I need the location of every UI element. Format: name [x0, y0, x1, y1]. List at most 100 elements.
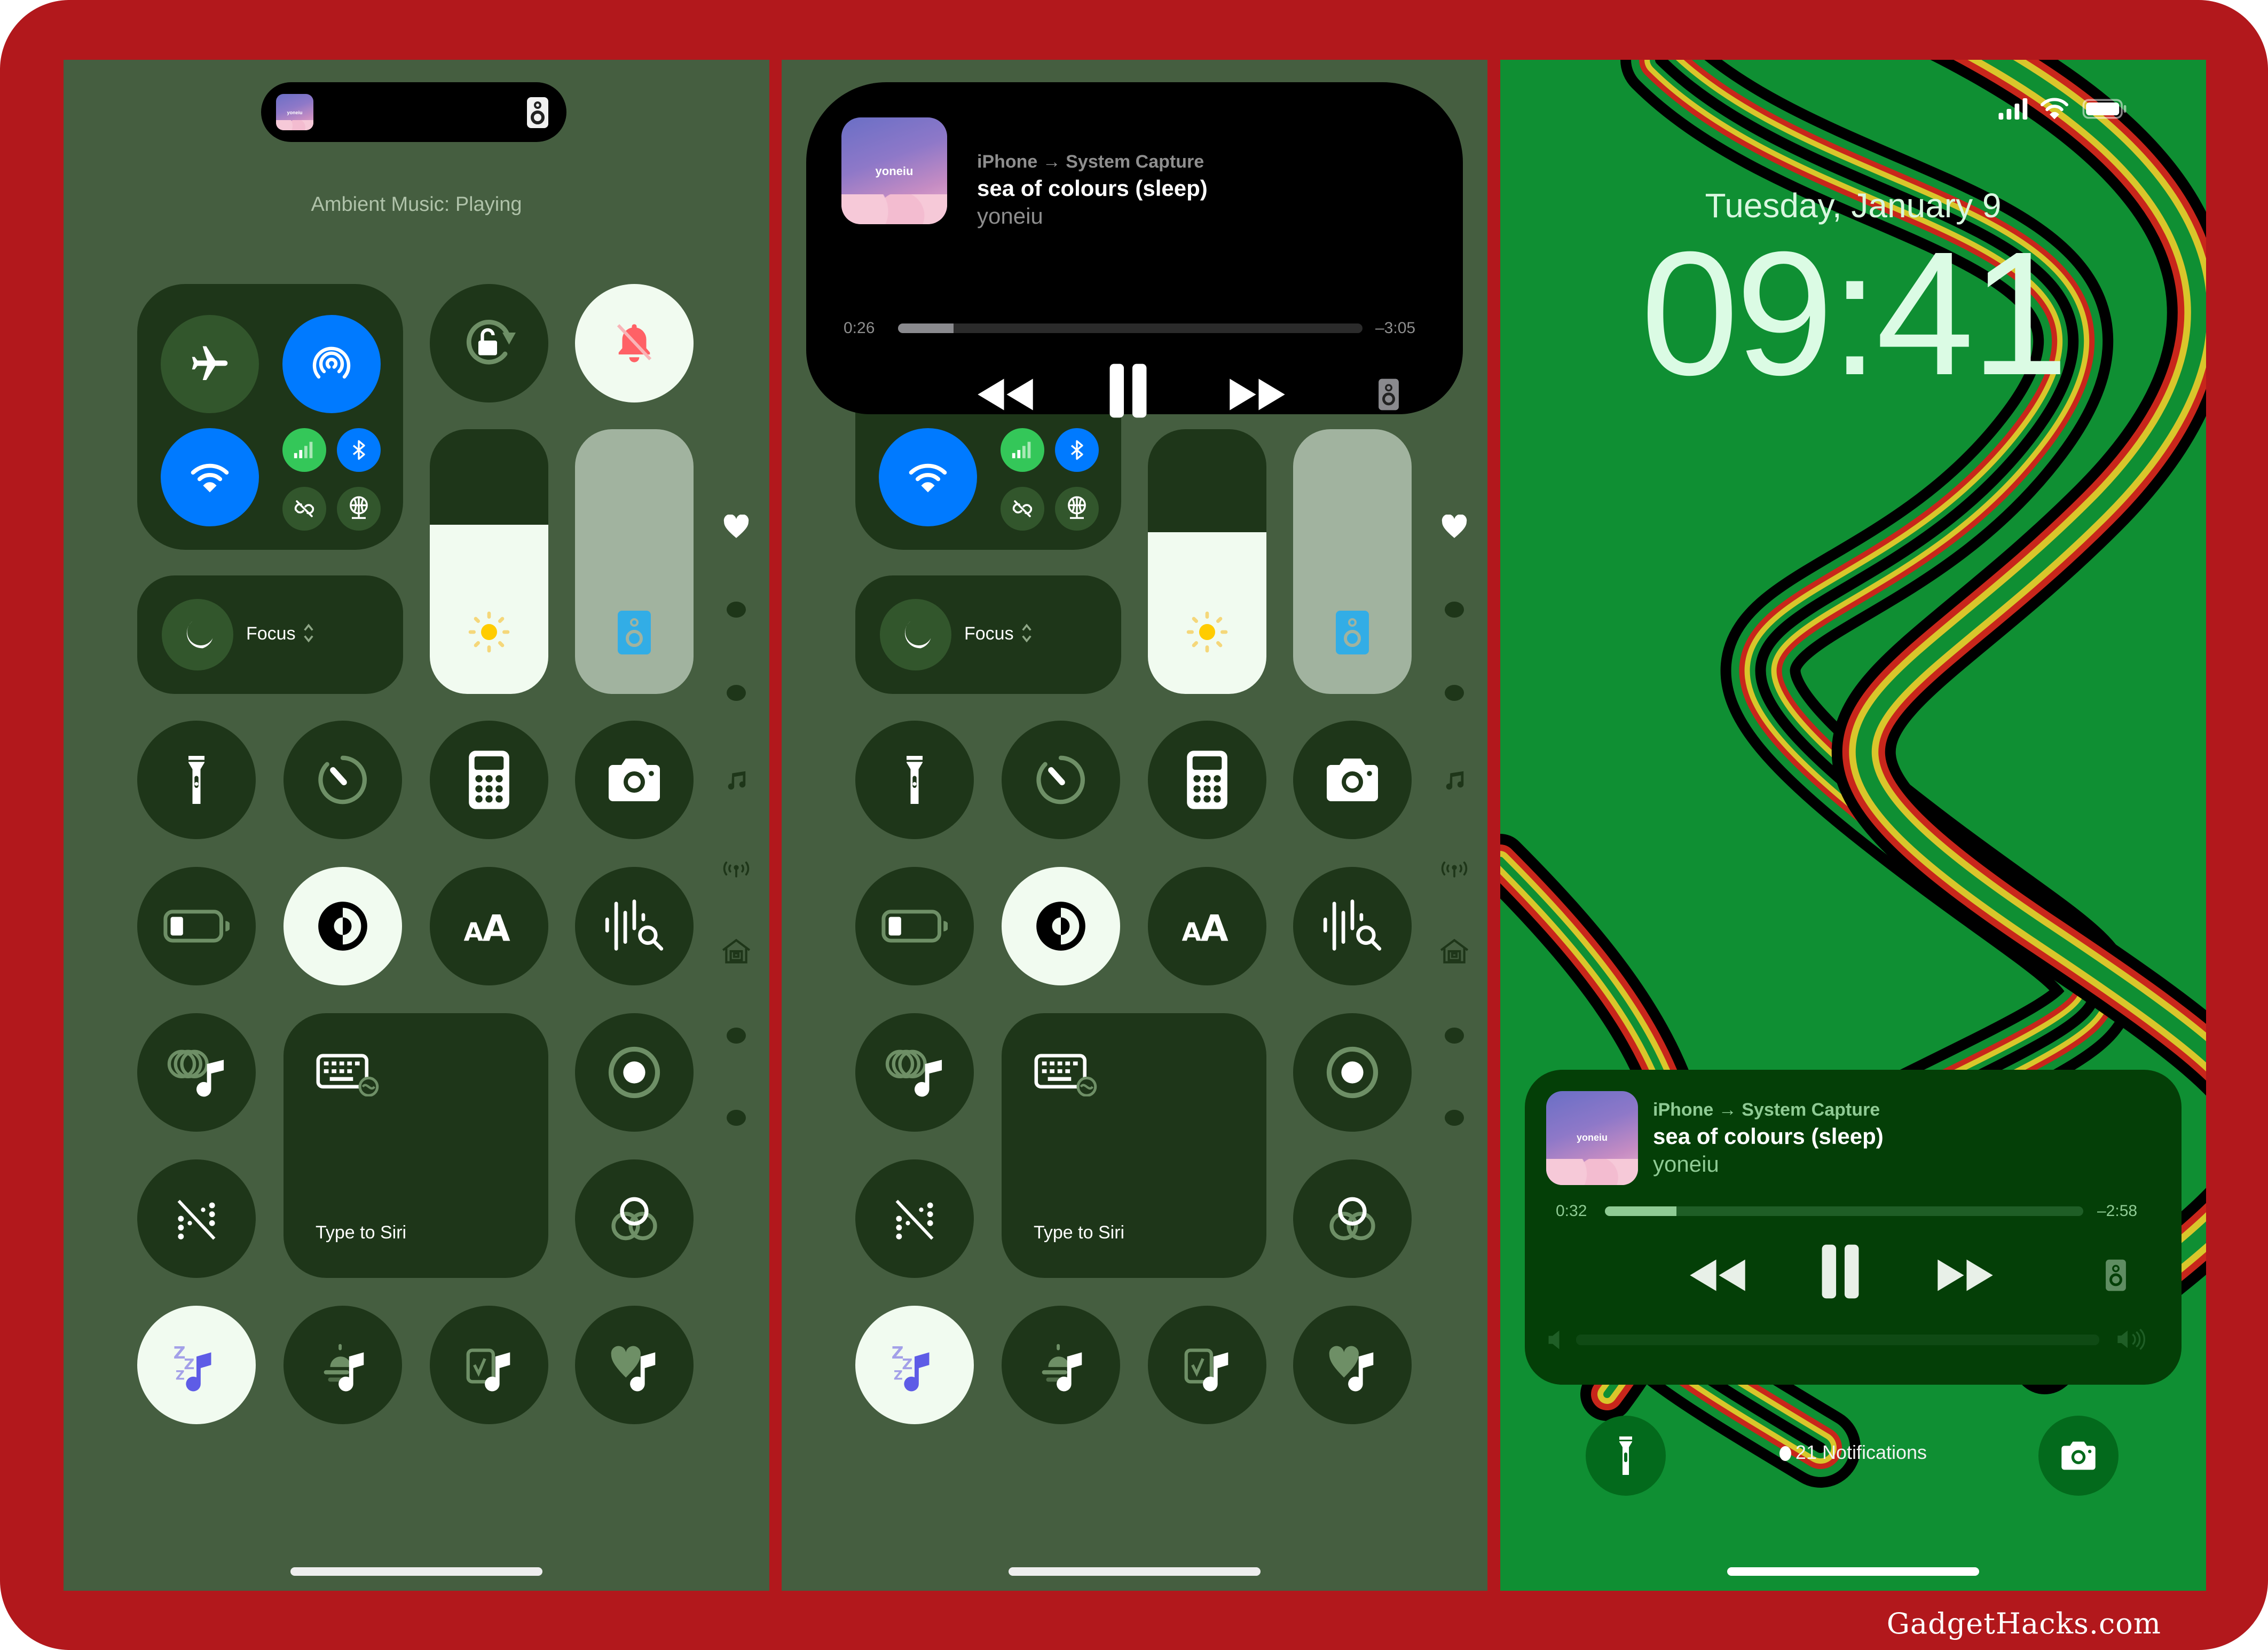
- page-indicator-connectivity[interactable]: [1430, 855, 1478, 882]
- lock-screen-now-playing: yoneiu iPhone → System Capture sea of co…: [1525, 1070, 2182, 1385]
- bluetooth-button[interactable]: [337, 428, 381, 472]
- page-indicator-dot[interactable]: [1430, 682, 1478, 704]
- calculator-button[interactable]: [430, 721, 548, 839]
- album-art: yoneiu: [1546, 1091, 1638, 1185]
- audio-output-button[interactable]: [1375, 376, 1402, 413]
- recognize-music-button[interactable]: [1293, 867, 1412, 985]
- rewind-button[interactable]: [976, 370, 1035, 419]
- vocal-shortcuts-button[interactable]: [855, 1159, 974, 1278]
- airplane-mode-button[interactable]: [161, 315, 259, 413]
- dots-slash-icon: [177, 1199, 216, 1240]
- progress-scrubber[interactable]: [1605, 1206, 2083, 1216]
- focus-button[interactable]: Focus: [855, 575, 1121, 694]
- flashlight-button[interactable]: [137, 721, 256, 839]
- brightness-slider[interactable]: [1148, 429, 1266, 694]
- volume-slider[interactable]: [575, 429, 694, 694]
- ambient-sleep-button[interactable]: ZZZ: [855, 1306, 974, 1424]
- screen-recording-button[interactable]: [575, 1013, 694, 1132]
- screen-recording-button[interactable]: [1293, 1013, 1412, 1132]
- home-indicator[interactable]: [1009, 1567, 1261, 1576]
- cellular-button[interactable]: [1001, 428, 1044, 472]
- page-indicator-dot[interactable]: [1430, 1025, 1478, 1046]
- playback-source[interactable]: iPhone → System Capture: [1653, 1100, 1884, 1120]
- focus-button[interactable]: Focus: [137, 575, 403, 694]
- personal-hotspot-button[interactable]: [1055, 487, 1099, 531]
- ambient-productivity-button[interactable]: [430, 1306, 548, 1424]
- album-art: yoneiu: [841, 117, 947, 224]
- type-to-siri-button[interactable]: Type to Siri: [284, 1013, 548, 1278]
- progress-scrubber[interactable]: [898, 323, 1363, 333]
- page-indicator-home[interactable]: [712, 935, 760, 967]
- volume-slider[interactable]: [1576, 1335, 2099, 1345]
- volume-slider[interactable]: [1293, 429, 1412, 694]
- pause-button[interactable]: [1104, 360, 1152, 422]
- dark-mode-icon: [318, 902, 367, 951]
- orientation-lock-button[interactable]: [430, 284, 548, 402]
- timer-button[interactable]: [1002, 721, 1120, 839]
- sun-icon: [1186, 611, 1228, 653]
- page-indicator-dot[interactable]: [1430, 599, 1478, 620]
- vpn-button[interactable]: [1001, 487, 1044, 531]
- vpn-button[interactable]: [282, 487, 326, 531]
- personal-hotspot-button[interactable]: [337, 487, 381, 531]
- battery-icon: [2082, 99, 2127, 119]
- ambient-sleep-button[interactable]: ZZZ: [137, 1306, 256, 1424]
- recognize-music-button[interactable]: [575, 867, 694, 985]
- shazam-waveform-icon: [605, 899, 664, 951]
- calculator-button[interactable]: [1148, 721, 1266, 839]
- page-indicator-dot[interactable]: [712, 1025, 760, 1046]
- page-indicator-music[interactable]: [712, 764, 760, 796]
- flashlight-button[interactable]: [855, 721, 974, 839]
- pause-icon: [1822, 1244, 1859, 1299]
- ambient-music-button[interactable]: [137, 1013, 256, 1132]
- airdrop-button[interactable]: [282, 315, 381, 413]
- text-size-button[interactable]: AA: [1148, 867, 1266, 985]
- page-indicator-dot[interactable]: [712, 1107, 760, 1128]
- ambient-wellbeing-button[interactable]: [284, 1306, 402, 1424]
- home-indicator[interactable]: [1727, 1567, 1979, 1576]
- page-indicator-dot[interactable]: [1430, 1107, 1478, 1128]
- lock-camera-button[interactable]: [2038, 1416, 2119, 1496]
- page-indicator-home[interactable]: [1430, 935, 1478, 967]
- focus-label: Focus: [964, 623, 1014, 644]
- ambient-music-button[interactable]: [855, 1013, 974, 1132]
- rewind-button[interactable]: [1688, 1251, 1747, 1299]
- page-indicator-dot[interactable]: [712, 682, 760, 704]
- ambient-chill-button[interactable]: [575, 1306, 694, 1424]
- playback-source[interactable]: iPhone → System Capture: [977, 152, 1208, 172]
- page-indicator-dot[interactable]: [712, 599, 760, 620]
- wifi-button[interactable]: [161, 428, 259, 526]
- wifi-button[interactable]: [879, 428, 977, 526]
- home-indicator[interactable]: [290, 1567, 542, 1576]
- ambient-chill-button[interactable]: [1293, 1306, 1412, 1424]
- text-size-button[interactable]: AA: [430, 867, 548, 985]
- page-indicator-music[interactable]: [1430, 764, 1478, 796]
- ambient-productivity-button[interactable]: [1148, 1306, 1266, 1424]
- bluetooth-button[interactable]: [1055, 428, 1099, 472]
- brightness-slider[interactable]: [430, 429, 548, 694]
- silent-mode-button[interactable]: [575, 284, 694, 402]
- page-indicator-favorites[interactable]: [1430, 511, 1478, 543]
- low-power-mode-button[interactable]: [137, 867, 256, 985]
- dark-mode-button[interactable]: [284, 867, 402, 985]
- timer-button[interactable]: [284, 721, 402, 839]
- forward-button[interactable]: [1936, 1251, 1995, 1299]
- vocal-shortcuts-button[interactable]: [137, 1159, 256, 1278]
- type-to-siri-button[interactable]: Type to Siri: [1002, 1013, 1266, 1278]
- globe-network-icon: [1068, 496, 1086, 519]
- dynamic-island[interactable]: yoneiu: [261, 82, 566, 142]
- forward-button[interactable]: [1228, 370, 1287, 419]
- page-indicator-favorites[interactable]: [712, 511, 760, 543]
- color-filters-button[interactable]: [1293, 1159, 1412, 1278]
- camera-button[interactable]: [575, 721, 694, 839]
- page-indicator-connectivity[interactable]: [712, 855, 760, 882]
- dark-mode-button[interactable]: [1002, 867, 1120, 985]
- audio-output-button[interactable]: [2102, 1257, 2129, 1294]
- pause-button[interactable]: [1816, 1241, 1864, 1302]
- cellular-button[interactable]: [282, 428, 326, 472]
- low-power-mode-button[interactable]: [855, 867, 974, 985]
- color-filters-button[interactable]: [575, 1159, 694, 1278]
- ambient-wellbeing-button[interactable]: [1002, 1306, 1120, 1424]
- color-filters-icon: [611, 1197, 657, 1241]
- camera-button[interactable]: [1293, 721, 1412, 839]
